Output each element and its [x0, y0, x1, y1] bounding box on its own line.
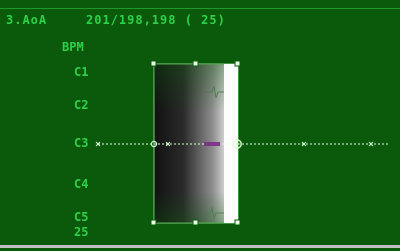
guide-marker-right	[368, 141, 374, 147]
resize-handle-bottom-right[interactable]	[234, 219, 241, 226]
resize-handle-top-right[interactable]	[234, 60, 241, 67]
resize-handle-top-left[interactable]	[150, 60, 157, 67]
canvas	[95, 60, 388, 226]
resize-handle-bottom-mid[interactable]	[192, 219, 199, 226]
anchor-point-right-inner	[235, 142, 239, 146]
resize-handle-bottom-left[interactable]	[150, 219, 157, 226]
resize-handle-top-mid[interactable]	[192, 60, 199, 67]
bottom-line	[0, 245, 400, 248]
playhead-marker[interactable]	[204, 142, 220, 146]
